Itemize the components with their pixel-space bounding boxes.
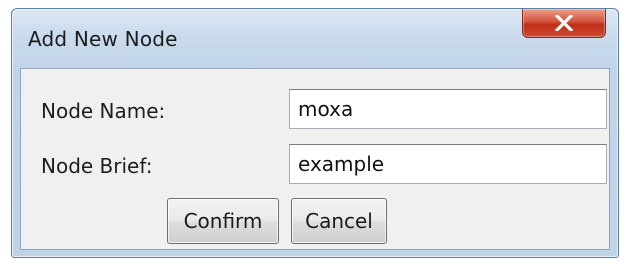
node-name-label: Node Name:	[41, 99, 166, 123]
node-brief-label: Node Brief:	[41, 154, 153, 178]
cancel-button[interactable]: Cancel	[291, 198, 387, 244]
close-x-icon	[555, 15, 573, 31]
dialog-title: Add New Node	[28, 27, 178, 51]
node-name-input[interactable]	[289, 89, 607, 129]
dialog-body: Node Name: Node Brief: Confirm Cancel	[20, 68, 610, 250]
node-brief-input[interactable]	[289, 144, 607, 184]
title-bar[interactable]: Add New Node	[12, 9, 618, 67]
confirm-button[interactable]: Confirm	[167, 198, 279, 244]
add-node-dialog: Add New Node Node Name: Node Brief: Conf…	[11, 8, 619, 258]
close-button[interactable]	[522, 9, 606, 38]
